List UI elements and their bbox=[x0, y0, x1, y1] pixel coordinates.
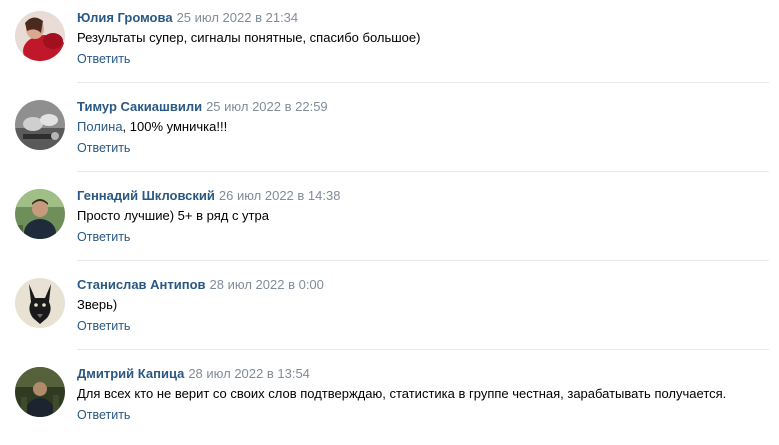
comment-text-content: , 100% умничка!!! bbox=[122, 119, 228, 134]
user-photo-red-icon bbox=[15, 11, 65, 61]
reply-button[interactable]: Ответить bbox=[77, 406, 769, 424]
user-photo-dark-icon bbox=[15, 367, 65, 417]
comment-text-content: Для всех кто не верит со своих слов подт… bbox=[77, 386, 727, 401]
comment-text: Для всех кто не верит со своих слов подт… bbox=[77, 385, 769, 403]
comment-text-content: Результаты супер, сигналы понятные, спас… bbox=[77, 30, 421, 45]
reply-button[interactable]: Ответить bbox=[77, 139, 769, 157]
comment-text: Зверь) bbox=[77, 296, 769, 314]
comment-text-content: Просто лучшие) 5+ в ряд с утра bbox=[77, 208, 269, 223]
comment-item: Дмитрий Капица 28 июл 2022 в 13:54 Для вс… bbox=[0, 356, 779, 445]
comment-item: Юлия Громова 25 июл 2022 в 21:34 Результа… bbox=[0, 0, 779, 89]
comment-meta: Дмитрий Капица 28 июл 2022 в 13:54 bbox=[77, 365, 769, 383]
comment-body: Тимур Сакиашвили 25 июл 2022 в 22:59 Поли… bbox=[77, 98, 769, 157]
comment-text-content: Зверь) bbox=[77, 297, 118, 312]
divider bbox=[77, 82, 769, 83]
divider bbox=[77, 260, 769, 261]
comment-meta: Тимур Сакиашвили 25 июл 2022 в 22:59 bbox=[77, 98, 769, 116]
avatar[interactable] bbox=[15, 11, 65, 61]
comment-meta: Геннадий Шкловский 26 июл 2022 в 14:38 bbox=[77, 187, 769, 205]
comment-body: Станислав Антипов 28 июл 2022 в 0:00 Звер… bbox=[77, 276, 769, 335]
comment-text: Просто лучшие) 5+ в ряд с утра bbox=[77, 207, 769, 225]
author-link[interactable]: Геннадий Шкловский bbox=[77, 188, 215, 203]
author-link[interactable]: Дмитрий Капица bbox=[77, 366, 184, 381]
comment-item: Геннадий Шкловский 26 июл 2022 в 14:38 Пр… bbox=[0, 178, 779, 267]
author-link[interactable]: Тимур Сакиашвили bbox=[77, 99, 202, 114]
divider bbox=[77, 349, 769, 350]
comment-item: Станислав Антипов 28 июл 2022 в 0:00 Звер… bbox=[0, 267, 779, 356]
comment-item: Тимур Сакиашвили 25 июл 2022 в 22:59 Поли… bbox=[0, 89, 779, 178]
comment-date[interactable]: 28 июл 2022 в 0:00 bbox=[210, 277, 324, 292]
avatar[interactable] bbox=[15, 278, 65, 328]
user-photo-outdoor-icon bbox=[15, 189, 65, 239]
comment-date[interactable]: 25 июл 2022 в 22:59 bbox=[206, 99, 328, 114]
comment-date[interactable]: 26 июл 2022 в 14:38 bbox=[219, 188, 341, 203]
mention-link[interactable]: Полина bbox=[77, 119, 123, 134]
user-photo-gray-icon bbox=[15, 100, 65, 150]
comment-meta: Юлия Громова 25 июл 2022 в 21:34 bbox=[77, 9, 769, 27]
comment-date[interactable]: 25 июл 2022 в 21:34 bbox=[177, 10, 299, 25]
reply-button[interactable]: Ответить bbox=[77, 50, 769, 68]
comment-body: Геннадий Шкловский 26 июл 2022 в 14:38 Пр… bbox=[77, 187, 769, 246]
comment-date[interactable]: 28 июл 2022 в 13:54 bbox=[188, 366, 310, 381]
comment-body: Юлия Громова 25 июл 2022 в 21:34 Результа… bbox=[77, 9, 769, 68]
comment-text: Результаты супер, сигналы понятные, спас… bbox=[77, 29, 769, 47]
divider bbox=[77, 171, 769, 172]
avatar[interactable] bbox=[15, 367, 65, 417]
author-link[interactable]: Юлия Громова bbox=[77, 10, 173, 25]
dog-drawing-icon bbox=[15, 278, 65, 328]
comment-body: Дмитрий Капица 28 июл 2022 в 13:54 Для вс… bbox=[77, 365, 769, 424]
comment-meta: Станислав Антипов 28 июл 2022 в 0:00 bbox=[77, 276, 769, 294]
avatar[interactable] bbox=[15, 100, 65, 150]
avatar[interactable] bbox=[15, 189, 65, 239]
comments-list: Юлия Громова 25 июл 2022 в 21:34 Результа… bbox=[0, 0, 779, 428]
reply-button[interactable]: Ответить bbox=[77, 317, 769, 335]
comment-text: Полина, 100% умничка!!! bbox=[77, 118, 769, 136]
author-link[interactable]: Станислав Антипов bbox=[77, 277, 206, 292]
reply-button[interactable]: Ответить bbox=[77, 228, 769, 246]
